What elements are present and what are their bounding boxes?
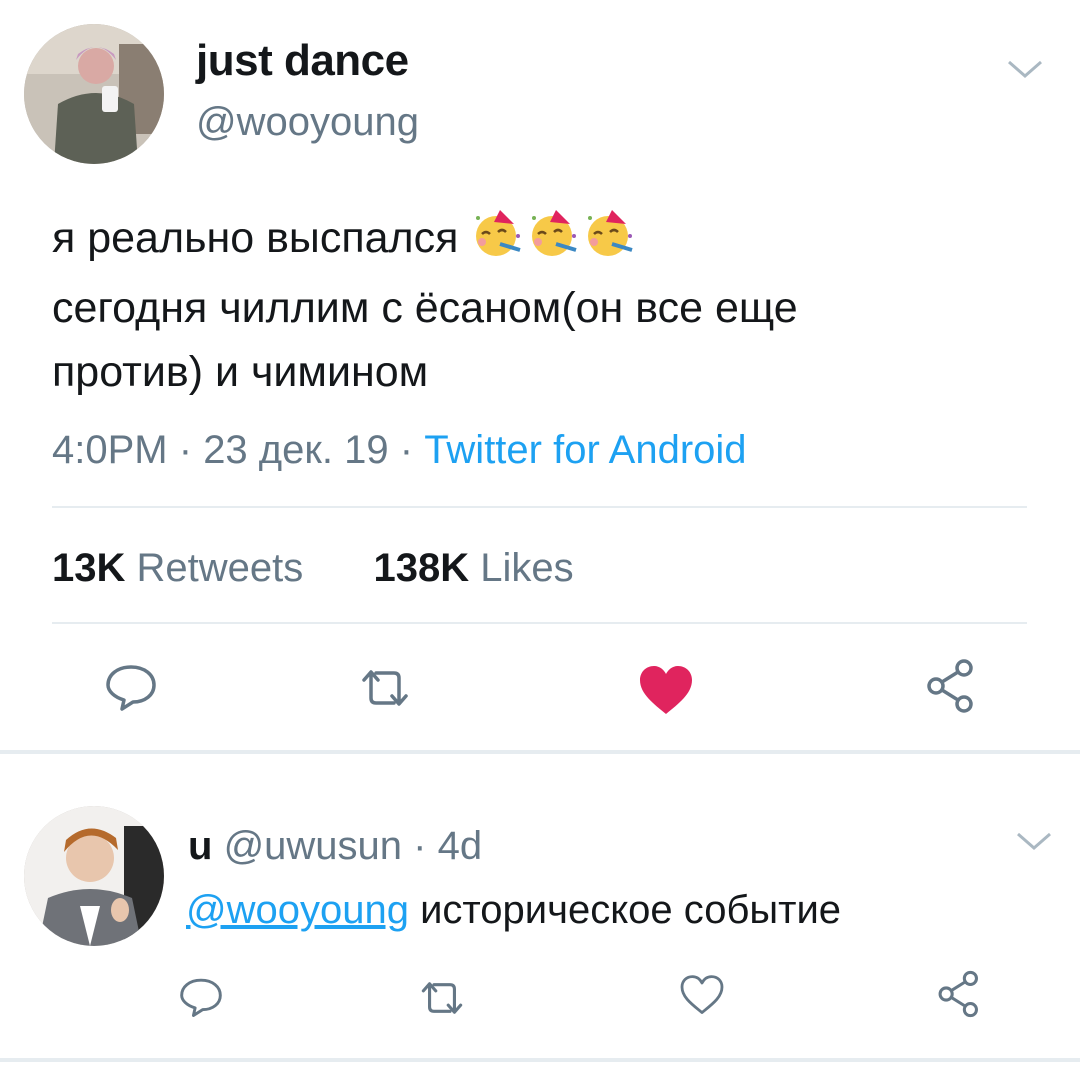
reply-author-name[interactable]: u (188, 824, 212, 868)
likes-count: 138K (373, 546, 470, 590)
divider (52, 506, 1027, 508)
partying-face-emoji (582, 208, 638, 276)
tweet-text: я реально выспался сегодня чиллим с ёсан… (52, 206, 1052, 404)
reply-icon (106, 665, 156, 711)
partying-face-emoji (526, 208, 582, 276)
tweet-text-rest: сегодня чиллим с ёсаном(он все еще проти… (52, 284, 798, 396)
partying-face-emoji (470, 208, 526, 276)
meta-separator: · (413, 824, 427, 868)
tweet-time[interactable]: 4:0PM (52, 428, 168, 472)
share-icon (938, 970, 978, 1018)
reply-author-handle[interactable]: @uwusun (224, 824, 402, 868)
author-handle[interactable]: @wooyoung (196, 100, 419, 145)
retweets-label: Retweets (136, 546, 304, 590)
reply-avatar-image (24, 806, 164, 946)
reply-reply-button[interactable] (178, 976, 224, 1018)
tweet-date[interactable]: 23 дек. 19 (203, 428, 388, 472)
meta-separator: · (399, 428, 414, 472)
author-avatar[interactable] (24, 24, 164, 164)
like-button[interactable] (636, 664, 696, 716)
author-avatar-image (24, 24, 164, 164)
likes-label: Likes (480, 546, 574, 590)
tweet-divider (0, 1058, 1080, 1062)
divider (52, 622, 1027, 624)
reply-header: u @uwusun · 4d (188, 824, 482, 869)
retweet-button[interactable] (358, 666, 412, 710)
meta-separator: · (178, 428, 193, 472)
tweet-menu-button[interactable] (1005, 58, 1045, 85)
reply-age: 4d (437, 824, 483, 868)
reply-menu-button[interactable] (1014, 830, 1054, 857)
mention-link[interactable]: @wooyoung (186, 888, 409, 932)
reply-button[interactable] (104, 662, 158, 712)
retweet-icon (421, 982, 463, 1014)
heart-filled-icon (640, 666, 692, 714)
retweet-icon (362, 670, 408, 706)
retweets-stat[interactable]: 13K Retweets (52, 546, 303, 590)
tweet-divider (0, 750, 1080, 754)
reply-author-avatar[interactable] (24, 806, 164, 946)
reply-text-content: историческое событие (408, 888, 842, 932)
reply-share-button[interactable] (934, 968, 986, 1020)
tweet-source-link[interactable]: Twitter for Android (424, 428, 746, 472)
chevron-down-icon (1008, 60, 1042, 78)
reply-like-button[interactable] (678, 974, 726, 1016)
retweets-count: 13K (52, 546, 126, 590)
reply-text: @wooyoung историческое событие (186, 888, 841, 933)
likes-stat[interactable]: 138K Likes (374, 546, 574, 590)
reply-icon (180, 978, 222, 1017)
chevron-down-icon (1017, 832, 1051, 850)
tweet-meta: 4:0PM · 23 дек. 19 · Twitter for Android (52, 428, 747, 473)
reply-retweet-button[interactable] (418, 978, 466, 1018)
share-button[interactable] (922, 656, 982, 716)
share-icon (927, 659, 973, 713)
author-display-name[interactable]: just dance (196, 36, 409, 86)
heart-outline-icon (680, 975, 724, 1014)
tweet-text-line1: я реально выспался (52, 214, 459, 262)
tweet-stats: 13K Retweets 138K Likes (52, 546, 574, 591)
